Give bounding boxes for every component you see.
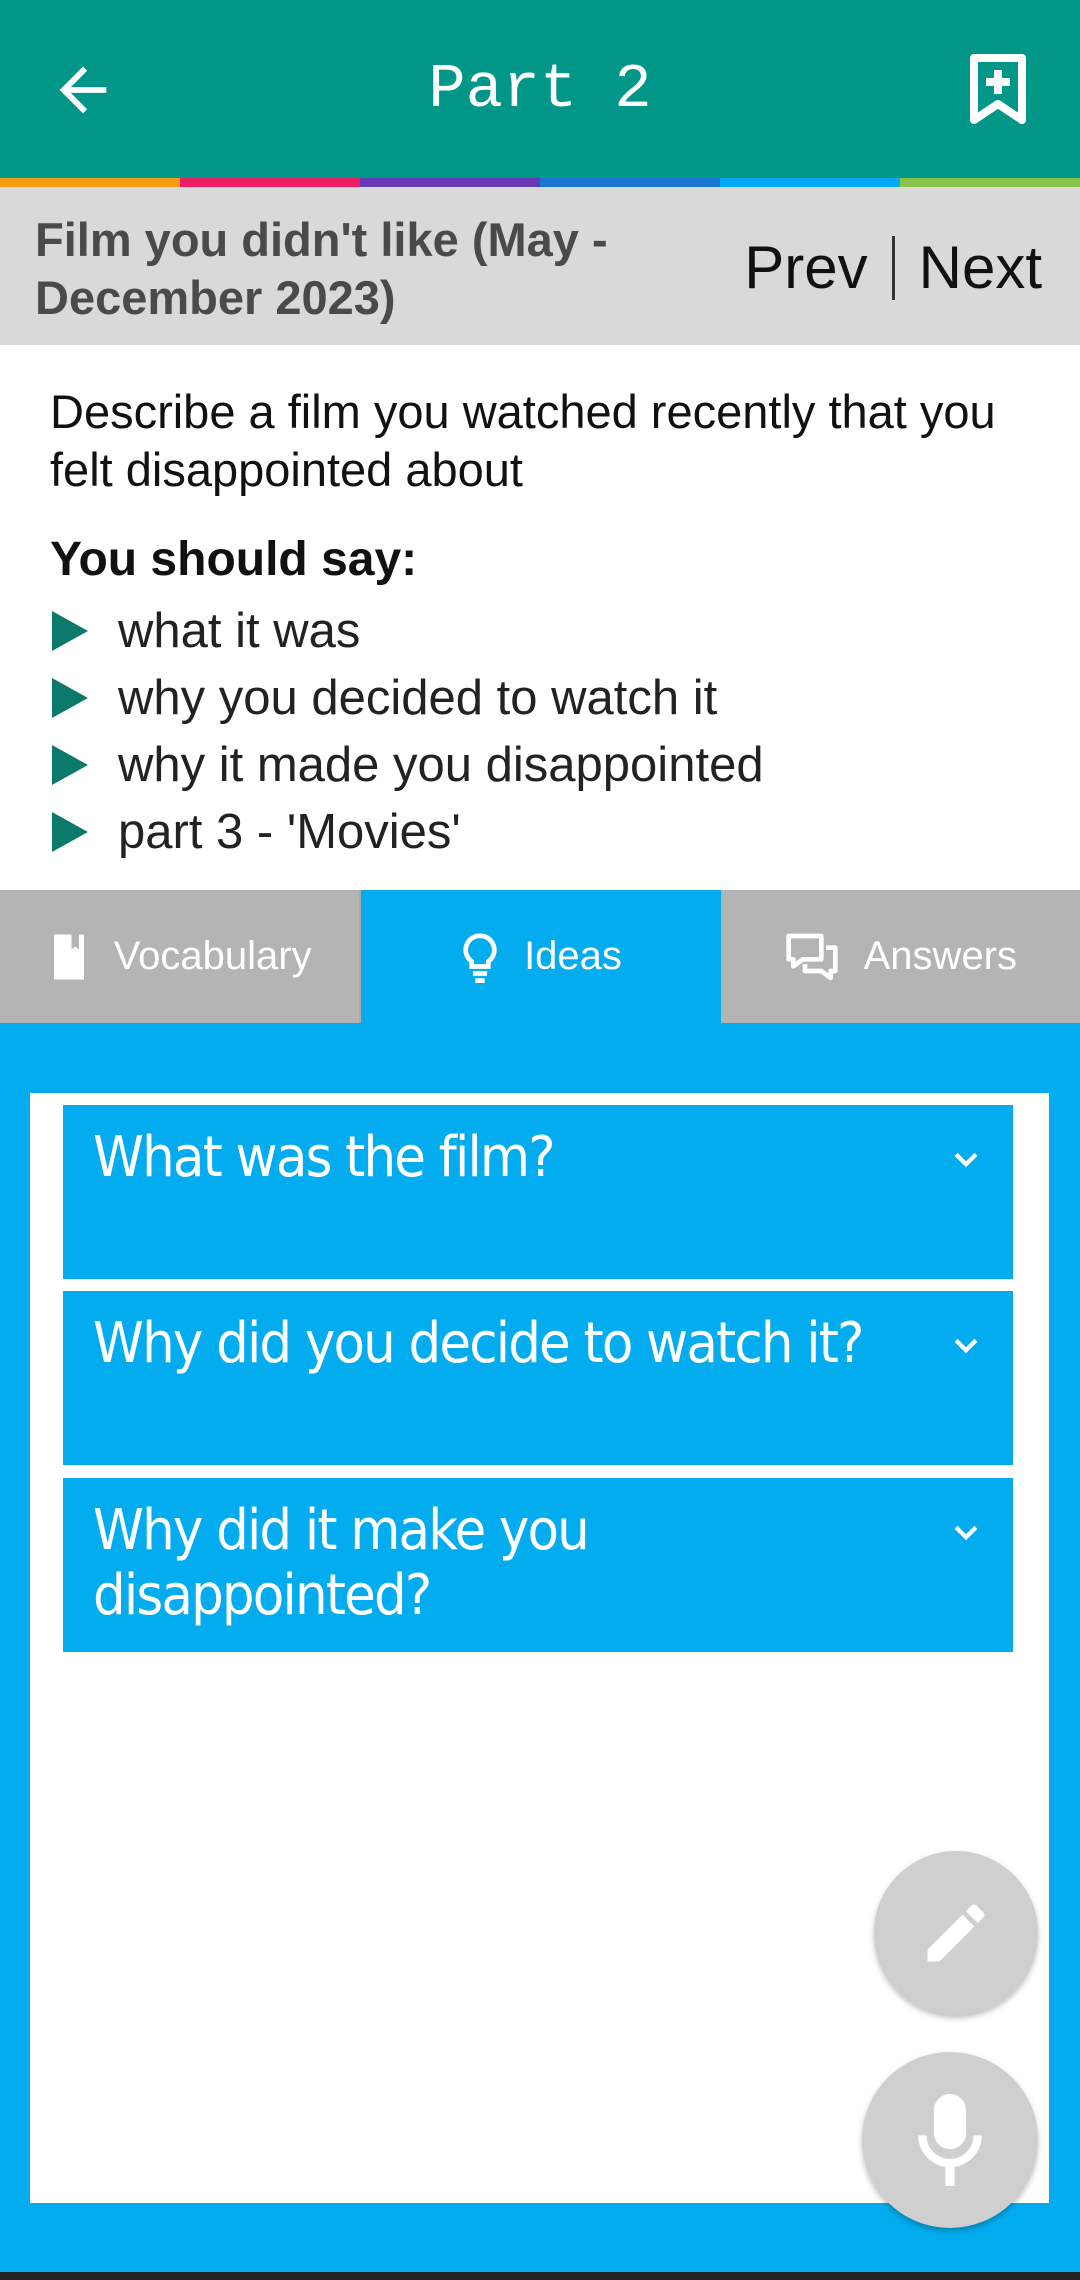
- microphone-icon: [918, 2094, 982, 2186]
- tab-vocabulary[interactable]: Vocabulary: [0, 890, 362, 1023]
- chevron-down-icon[interactable]: [949, 1516, 983, 1550]
- triangle-bullet-icon: [52, 744, 88, 785]
- tab-answers[interactable]: Answers: [720, 890, 1080, 1023]
- accordion-question: Why did you decide to watch it?: [93, 1311, 864, 1376]
- list-item: what it was: [52, 597, 764, 664]
- chevron-down-icon[interactable]: [949, 1329, 983, 1363]
- book-icon: [53, 934, 84, 979]
- topic-bar: Film you didn't like (May - December 202…: [0, 187, 1080, 345]
- cue-card-list: what it was why you decided to watch it …: [52, 597, 764, 865]
- accordion-question: Why did it make you disappointed?: [93, 1498, 590, 1628]
- accordion-item[interactable]: What was the film?: [63, 1105, 1013, 1279]
- tab-label: Answers: [863, 934, 1018, 978]
- cue-card-heading: You should say:: [50, 533, 418, 586]
- list-item: why it made you disappointed: [52, 731, 764, 798]
- accordion-item[interactable]: Why did you decide to watch it?: [63, 1291, 1013, 1465]
- topic-title: Film you didn't like (May - December 202…: [35, 213, 608, 324]
- list-item-text: why you decided to watch it: [118, 670, 718, 725]
- prev-button[interactable]: Prev: [744, 233, 867, 302]
- color-stripe: [0, 178, 1080, 187]
- edit-fab[interactable]: [874, 1851, 1038, 2015]
- triangle-bullet-icon: [52, 677, 88, 718]
- next-button[interactable]: Next: [919, 233, 1042, 302]
- tab-ideas[interactable]: Ideas: [361, 890, 721, 1023]
- accordion-item[interactable]: Why did it make you disappointed?: [63, 1478, 1013, 1652]
- bookmark-add-icon: [970, 54, 1026, 124]
- triangle-bullet-icon: [52, 610, 88, 651]
- chat-bubbles-icon: [785, 933, 838, 980]
- cue-card: Describe a film you watched recently tha…: [0, 345, 1080, 890]
- system-nav-edge: [0, 2272, 1080, 2280]
- nav-divider: [891, 235, 895, 300]
- bookmark-button[interactable]: [966, 52, 1030, 128]
- page-title: Part 2: [428, 53, 652, 125]
- list-item: part 3 - 'Movies': [52, 798, 764, 865]
- tab-label: Vocabulary: [113, 934, 312, 978]
- app-bar: Part 2: [0, 0, 1080, 178]
- list-item: why you decided to watch it: [52, 664, 764, 731]
- tab-label: Ideas: [524, 934, 622, 978]
- triangle-bullet-icon: [52, 811, 88, 852]
- pencil-icon: [927, 1904, 985, 1962]
- arrow-left-icon: [59, 66, 107, 114]
- list-item-text: what it was: [118, 603, 361, 658]
- accordion-question: What was the film?: [93, 1125, 556, 1190]
- back-button[interactable]: [48, 55, 118, 125]
- microphone-fab[interactable]: [862, 2052, 1038, 2228]
- lightbulb-icon: [463, 932, 497, 983]
- tab-bar: Vocabulary Ideas Answers: [0, 890, 1080, 1023]
- topic-navigation: Prev Next: [744, 233, 1042, 302]
- cue-card-description: Describe a film you watched recently tha…: [50, 385, 996, 496]
- chevron-down-icon[interactable]: [949, 1143, 983, 1177]
- list-item-text: why it made you disappointed: [118, 737, 764, 792]
- list-item-text: part 3 - 'Movies': [118, 804, 461, 859]
- ideas-panel: What was the film? Why did you decide to…: [30, 1093, 1049, 2203]
